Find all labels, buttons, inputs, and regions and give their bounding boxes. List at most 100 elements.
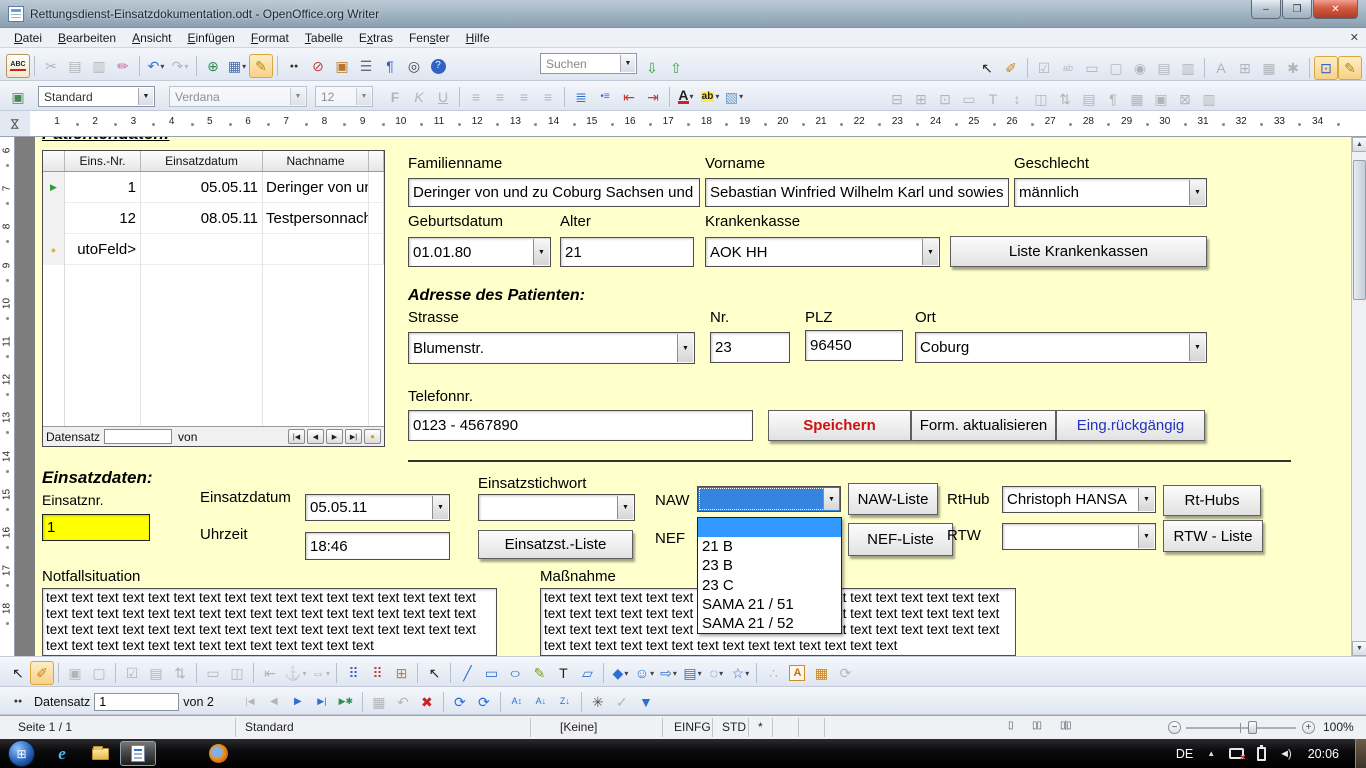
hyperlink-icon[interactable]: ⊕ xyxy=(201,54,225,78)
undo-icon[interactable]: ↶▾ xyxy=(144,54,168,78)
liste-krankenkassen-button[interactable]: Liste Krankenkassen xyxy=(950,236,1207,267)
fontwork-gallery-icon[interactable]: A xyxy=(785,661,809,685)
grid-cell[interactable]: 1 xyxy=(65,172,141,203)
paragraph-style-combobox[interactable]: Standard ▼ xyxy=(38,86,155,107)
geschlecht-combobox[interactable]: männlich▼ xyxy=(1014,178,1207,207)
table-icon[interactable]: ▦▾ xyxy=(225,54,249,78)
guides-when-moving-icon[interactable]: ⊞ xyxy=(389,661,413,685)
horizontal-ruler[interactable]: ⋈ 12345678910111213141516171819202122232… xyxy=(0,111,1366,137)
background-color-icon[interactable]: ▧▾ xyxy=(722,85,746,109)
grid-cell[interactable]: utoFeld> xyxy=(65,234,141,265)
language-tray-indicator[interactable]: DE xyxy=(1176,747,1193,761)
einsatzdatum-combobox[interactable]: 05.05.11▼ xyxy=(305,494,450,521)
decrease-indent-icon[interactable]: ⇤ xyxy=(617,85,641,109)
format-paintbrush-icon[interactable]: ✏ xyxy=(111,54,135,78)
menu-fenster[interactable]: Fenster xyxy=(401,29,458,47)
last-record-icon[interactable]: ▶| xyxy=(310,690,334,714)
stichwort-dropdown-icon[interactable]: ▼ xyxy=(617,496,633,519)
start-button[interactable]: ⊞ xyxy=(8,740,35,767)
grid-previous-record-button[interactable]: ◀ xyxy=(307,429,324,444)
grid-cell[interactable] xyxy=(263,234,369,265)
change-anchor-icon-dropdown[interactable]: ▾ xyxy=(302,669,306,678)
notfallsituation-textarea[interactable]: text text text text text text text text … xyxy=(42,588,497,656)
einsatznr-input[interactable]: 1 xyxy=(42,514,150,541)
bullet-list-icon[interactable]: •≡ xyxy=(593,85,617,109)
taskbar-explorer-button[interactable] xyxy=(82,741,118,766)
strasse-dropdown-icon[interactable]: ▼ xyxy=(677,334,693,362)
network-status-icon[interactable] xyxy=(1229,748,1244,759)
grid-column-header[interactable]: Einsatzdatum xyxy=(141,151,263,171)
select-pointer-icon[interactable]: ↖ xyxy=(6,661,30,685)
table-icon-dropdown[interactable]: ▾ xyxy=(242,62,246,71)
highlighting-icon-dropdown[interactable]: ▾ xyxy=(715,92,719,101)
selection-mode-indicator[interactable]: STD xyxy=(722,720,746,734)
line-icon[interactable]: ╱ xyxy=(455,661,479,685)
taskbar-writer-button-active[interactable] xyxy=(120,741,156,766)
spellcheck-icon[interactable]: ABC xyxy=(6,54,30,78)
block-arrows-icon-dropdown[interactable]: ▾ xyxy=(673,669,677,678)
table-row[interactable]: ▶105.05.11Deringer von un xyxy=(43,172,384,203)
scroll-down-icon[interactable]: ▼ xyxy=(1352,641,1366,656)
naw-option[interactable] xyxy=(698,518,841,537)
find-next-icon[interactable]: ⇩ xyxy=(640,56,664,80)
sort-descending-icon[interactable]: Z↓ xyxy=(553,690,577,714)
snap-to-grid-icon[interactable]: ⠿ xyxy=(365,661,389,685)
drawing-select-icon[interactable]: ↖ xyxy=(422,661,446,685)
block-arrows-icon[interactable]: ⇨▾ xyxy=(656,661,680,685)
single-page-view-icon[interactable]: ▯ xyxy=(1008,720,1013,731)
navigator-icon[interactable]: ⊘ xyxy=(306,54,330,78)
font-color-icon-dropdown[interactable]: ▾ xyxy=(690,92,694,101)
symbol-shapes-icon-dropdown[interactable]: ▾ xyxy=(650,669,654,678)
minimize-button[interactable]: – xyxy=(1251,0,1281,19)
taskbar-firefox-button[interactable] xyxy=(200,741,236,766)
flowchart-icon[interactable]: ▤▾ xyxy=(680,661,704,685)
battery-icon[interactable] xyxy=(1257,747,1266,761)
naw-dropdown-icon[interactable]: ▼ xyxy=(823,488,839,510)
text-icon[interactable]: T xyxy=(551,661,575,685)
naw-combobox[interactable]: ▼ xyxy=(697,486,841,512)
zoom-out-icon[interactable]: − xyxy=(1168,721,1181,734)
patient-record-grid[interactable]: Eins.-Nr.EinsatzdatumNachname ▶105.05.11… xyxy=(42,150,385,447)
nr-input[interactable]: 23 xyxy=(710,332,790,363)
grid-cell[interactable]: 12 xyxy=(65,203,141,234)
document-close-icon[interactable]: ✕ xyxy=(1350,31,1359,44)
show-desktop-button[interactable] xyxy=(1355,739,1366,768)
display-grid-icon[interactable]: ⠿ xyxy=(341,661,365,685)
rtw-dropdown-icon[interactable]: ▼ xyxy=(1138,525,1154,548)
plz-input[interactable]: 96450 xyxy=(805,330,903,361)
multi-page-view-icon[interactable]: ▯▯ xyxy=(1032,720,1041,731)
naw-option[interactable]: SAMA 21 / 51 xyxy=(698,595,841,614)
next-record-icon[interactable]: ▶ xyxy=(286,690,310,714)
nef-liste-button[interactable]: NEF-Liste xyxy=(848,523,953,556)
background-color-icon-dropdown[interactable]: ▾ xyxy=(739,92,743,101)
highlighting-icon[interactable]: ab▾ xyxy=(698,85,722,109)
krankenkasse-dropdown-icon[interactable]: ▼ xyxy=(922,239,938,265)
maximize-button[interactable]: ❐ xyxy=(1282,0,1312,19)
stars-icon-dropdown[interactable]: ▾ xyxy=(745,669,749,678)
vertical-scrollbar[interactable]: ▲ ▼ xyxy=(1351,137,1366,656)
callout-icon[interactable]: ▱ xyxy=(575,661,599,685)
design-mode-icon[interactable]: ✐ xyxy=(999,56,1023,80)
fill-format-icon[interactable]: ▣ xyxy=(6,85,30,109)
grid-last-record-button[interactable]: ▶| xyxy=(345,429,362,444)
strasse-combobox[interactable]: Blumenstr.▼ xyxy=(408,332,695,364)
rtw-combobox[interactable]: ▼ xyxy=(1002,523,1156,550)
font-color-icon[interactable]: A▾ xyxy=(674,85,698,109)
grid-first-record-button[interactable]: |◀ xyxy=(288,429,305,444)
naw-liste-button[interactable]: NAW-Liste xyxy=(848,483,938,515)
grid-next-record-button[interactable]: ▶ xyxy=(326,429,343,444)
open-design-mode-icon[interactable]: ✎ xyxy=(1338,56,1362,80)
naw-option[interactable]: 23 B xyxy=(698,556,841,575)
geschlecht-dropdown-icon[interactable]: ▼ xyxy=(1189,180,1205,205)
tray-expand-icon[interactable]: ▲ xyxy=(1207,749,1215,758)
flowchart-icon-dropdown[interactable]: ▾ xyxy=(698,669,702,678)
menu-hilfe[interactable]: Hilfe xyxy=(458,29,498,47)
geburtsdatum-combobox[interactable]: 01.01.80▼ xyxy=(408,237,551,267)
basic-shapes-icon[interactable]: ◆▾ xyxy=(608,661,632,685)
naw-dropdown-list[interactable]: 21 B23 B23 CSAMA 21 / 51SAMA 21 / 52 xyxy=(697,517,842,634)
find-replace-icon[interactable]: ●● xyxy=(282,54,306,78)
telefon-input[interactable]: 0123 - 4567890 xyxy=(408,410,753,441)
grid-cell[interactable]: Testpersonnachn xyxy=(263,203,369,234)
basic-shapes-icon-dropdown[interactable]: ▾ xyxy=(624,669,628,678)
callouts-icon[interactable]: ◌▾ xyxy=(704,661,728,685)
